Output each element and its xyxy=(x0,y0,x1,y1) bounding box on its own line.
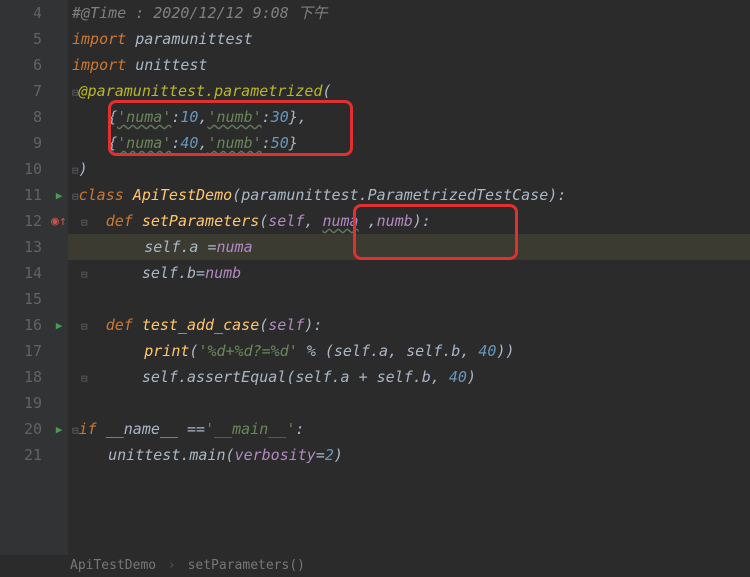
breadcrumb[interactable]: ApiTestDemo › setParameters() xyxy=(70,558,305,573)
run-gutter-icon[interactable]: ▶ xyxy=(56,319,63,332)
code-row xyxy=(68,390,750,416)
code-row: import unittest xyxy=(68,52,750,78)
override-icon[interactable]: ◉↑ xyxy=(51,214,67,229)
line-num: 19 xyxy=(0,390,42,416)
gutter-markers: ▶ ◉↑ ▶ ▶ xyxy=(50,0,68,555)
code-row: #@Time : 2020/12/12 9:08 下午 xyxy=(68,0,750,26)
line-num: 5 xyxy=(0,26,42,52)
line-num: 6 xyxy=(0,52,42,78)
line-num: 8 xyxy=(0,104,42,130)
code-area[interactable]: #@Time : 2020/12/12 9:08 下午 import param… xyxy=(68,0,750,555)
breadcrumb-item[interactable]: setParameters() xyxy=(188,558,305,573)
run-gutter-icon[interactable]: ▶ xyxy=(56,189,63,202)
line-num: 14 xyxy=(0,260,42,286)
line-num: 10 xyxy=(0,156,42,182)
code-row: ⊟@paramunittest.parametrized( xyxy=(68,78,750,104)
code-row: ⊟ def test_add_case(self): xyxy=(68,312,750,338)
line-num: 9 xyxy=(0,130,42,156)
line-num: 16 xyxy=(0,312,42,338)
fold-icon[interactable]: ⊟ xyxy=(72,424,79,437)
code-row xyxy=(68,286,750,312)
code-row: ⊟ self.b=numb xyxy=(68,260,750,286)
fold-icon[interactable]: ⊟ xyxy=(72,164,79,177)
code-row: print('%d+%d?=%d' % (self.a, self.b, 40)… xyxy=(68,338,750,364)
code-row: unittest.main(verbosity=2) xyxy=(68,442,750,468)
code-row: {'numa':10,'numb':30}, xyxy=(68,104,750,130)
code-row: ⊟) xyxy=(68,156,750,182)
line-num: 21 xyxy=(0,442,42,468)
code-row: {'numa':40,'numb':50} xyxy=(68,130,750,156)
fold-icon[interactable]: ⊟ xyxy=(72,190,79,203)
code-editor[interactable]: 4 5 6 7 8 9 10 11 12 13 14 15 16 17 18 1… xyxy=(0,0,750,555)
fold-icon[interactable]: ⊟ xyxy=(81,320,88,333)
code-row: ⊟ self.assertEqual(self.a + self.b, 40) xyxy=(68,364,750,390)
code-row: ⊟ def setParameters(self, numa ,numb): xyxy=(68,208,750,234)
code-row: self.a =numa xyxy=(68,234,750,260)
line-num: 18 xyxy=(0,364,42,390)
line-num: 4 xyxy=(0,0,42,26)
run-gutter-icon[interactable]: ▶ xyxy=(56,423,63,436)
line-num: 20 xyxy=(0,416,42,442)
fold-icon[interactable]: ⊟ xyxy=(81,216,88,229)
line-num: 11 xyxy=(0,182,42,208)
chevron-right-icon: › xyxy=(168,558,176,573)
line-num: 7 xyxy=(0,78,42,104)
code-row: import paramunittest xyxy=(68,26,750,52)
code-row: ⊟if __name__ =='__main__': xyxy=(68,416,750,442)
line-num: 17 xyxy=(0,338,42,364)
breadcrumb-item[interactable]: ApiTestDemo xyxy=(70,558,156,573)
fold-icon[interactable]: ⊟ xyxy=(81,372,88,385)
line-num: 13 xyxy=(0,234,42,260)
code-row: ⊟class ApiTestDemo(paramunittest.Paramet… xyxy=(68,182,750,208)
line-number-gutter: 4 5 6 7 8 9 10 11 12 13 14 15 16 17 18 1… xyxy=(0,0,50,555)
line-num: 12 xyxy=(0,208,42,234)
line-num: 15 xyxy=(0,286,42,312)
fold-icon[interactable]: ⊟ xyxy=(81,268,88,281)
fold-icon[interactable]: ⊟ xyxy=(72,86,79,99)
